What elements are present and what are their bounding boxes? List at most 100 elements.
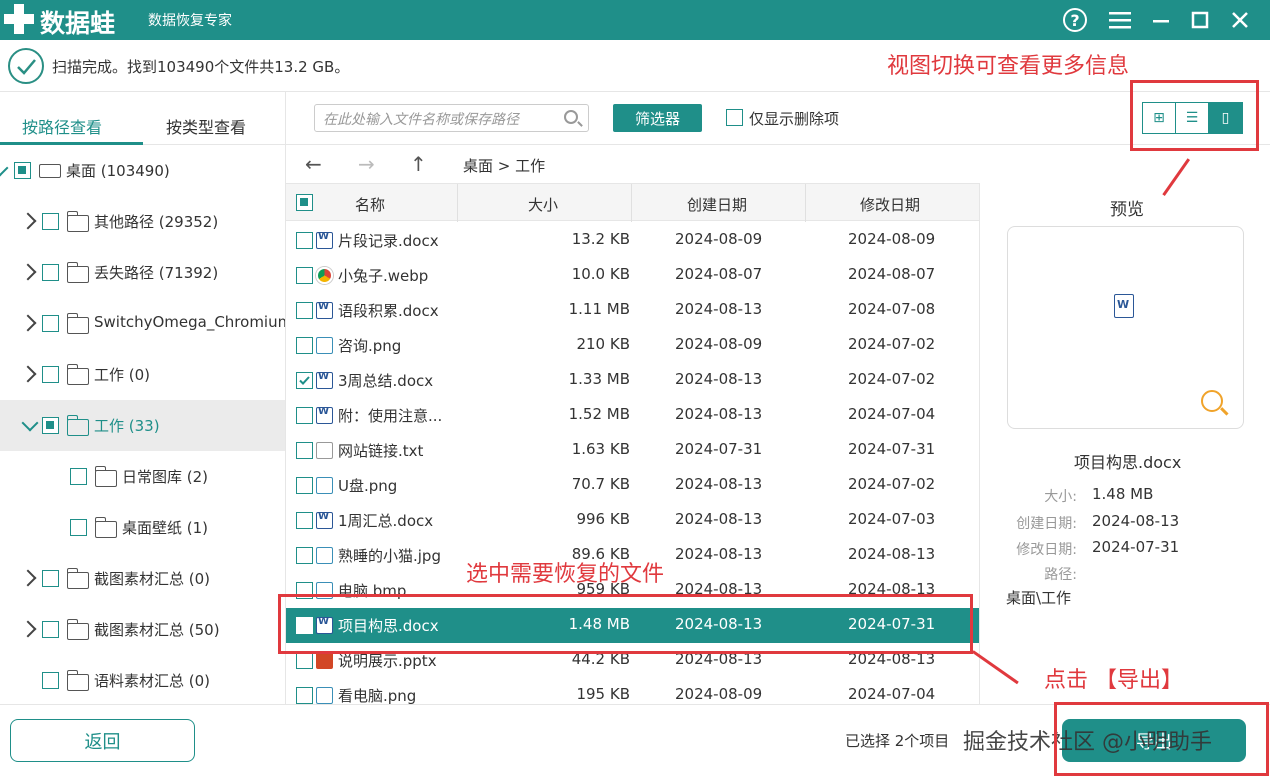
select-all-checkbox[interactable] xyxy=(296,194,313,211)
drive-icon xyxy=(39,164,61,178)
only-deleted-checkbox[interactable] xyxy=(726,109,743,126)
file-name: 熟睡的小猫.jpg xyxy=(338,547,441,565)
modified-value: 2024-07-31 xyxy=(1092,538,1180,556)
row-checkbox[interactable] xyxy=(296,652,313,669)
chevron-right-icon[interactable] xyxy=(19,569,37,587)
file-modified-date: 2024-07-03 xyxy=(848,510,936,528)
tree-item-label: 桌面壁纸 (1) xyxy=(122,519,209,537)
toolbar-divider xyxy=(286,144,1270,145)
file-name: 附：使用注意... xyxy=(338,407,443,425)
tree-item-checkbox[interactable] xyxy=(14,162,31,179)
table-row[interactable]: 小兔子.webp 10.0 KB 2024-08-07 2024-08-07 xyxy=(286,258,979,293)
file-created-date: 2024-08-13 xyxy=(675,300,763,318)
tree-item-checkbox[interactable] xyxy=(42,672,59,689)
chevron-down-icon[interactable] xyxy=(0,159,9,177)
tree-item-checkbox[interactable] xyxy=(42,366,59,383)
row-checkbox[interactable] xyxy=(296,687,313,704)
maximize-icon[interactable] xyxy=(1185,5,1215,35)
img-file-icon xyxy=(316,337,333,354)
forward-arrow-icon[interactable]: → xyxy=(358,152,375,176)
row-checkbox[interactable] xyxy=(296,407,313,424)
chevron-right-icon[interactable] xyxy=(19,263,37,281)
close-icon[interactable] xyxy=(1225,5,1255,35)
column-modified[interactable]: 修改日期 xyxy=(860,194,920,215)
tree-item-label: 桌面 (103490) xyxy=(66,162,170,180)
hamburger-icon[interactable] xyxy=(1105,5,1135,35)
tree-item-label: 丢失路径 (71392) xyxy=(94,264,219,282)
file-name: 小兔子.webp xyxy=(338,267,429,285)
row-checkbox[interactable] xyxy=(296,232,313,249)
tree-item[interactable]: 桌面 (103490) xyxy=(0,145,285,196)
tree-item[interactable]: 桌面壁纸 (1) xyxy=(0,502,285,553)
chevron-right-icon[interactable] xyxy=(19,314,37,332)
row-checkbox[interactable] xyxy=(296,442,313,459)
tree-item[interactable]: SwitchyOmega_Chromium xyxy=(0,298,285,349)
app-subtitle: 数据恢复专家 xyxy=(148,13,232,29)
table-row[interactable]: 咨询.png 210 KB 2024-08-09 2024-07-02 xyxy=(286,328,979,363)
tree-item[interactable]: 丢失路径 (71392) xyxy=(0,247,285,298)
search-icon[interactable] xyxy=(564,110,578,124)
back-arrow-icon[interactable]: ← xyxy=(305,152,322,176)
table-row[interactable]: 附：使用注意... 1.52 MB 2024-08-13 2024-07-04 xyxy=(286,398,979,433)
folder-icon xyxy=(66,415,89,436)
folder-icon xyxy=(66,364,89,385)
table-row[interactable]: 3周总结.docx 1.33 MB 2024-08-13 2024-07-02 xyxy=(286,363,979,398)
tree-item[interactable]: 语料素材汇总 (0) xyxy=(0,655,285,704)
back-button[interactable]: 返回 xyxy=(10,719,195,762)
up-arrow-icon[interactable]: ↑ xyxy=(410,152,427,176)
tree-item-checkbox[interactable] xyxy=(42,264,59,281)
tree-item[interactable]: 工作 (0) xyxy=(0,349,285,400)
tree-item-checkbox[interactable] xyxy=(42,570,59,587)
row-checkbox[interactable] xyxy=(296,302,313,319)
row-checkbox[interactable] xyxy=(296,267,313,284)
table-row[interactable]: U盘.png 70.7 KB 2024-08-13 2024-07-02 xyxy=(286,468,979,503)
tree-item[interactable]: 截图素材汇总 (50) xyxy=(0,604,285,655)
tree-item[interactable]: 工作 (33) xyxy=(0,400,285,451)
tree-item-checkbox[interactable] xyxy=(42,315,59,332)
chevron-right-icon[interactable] xyxy=(19,365,37,383)
row-checkbox[interactable] xyxy=(296,372,313,389)
tree-item[interactable]: 截图素材汇总 (0) xyxy=(0,553,285,604)
help-circle-icon[interactable]: ? xyxy=(1060,5,1090,35)
tree-item[interactable]: 日常图库 (2) xyxy=(0,451,285,502)
table-row[interactable]: 网站链接.txt 1.63 KB 2024-07-31 2024-07-31 xyxy=(286,433,979,468)
column-name[interactable]: 名称 xyxy=(355,194,385,215)
filter-button[interactable]: 筛选器 xyxy=(613,104,702,132)
chevron-down-icon[interactable] xyxy=(21,414,39,432)
path-label: 路径: xyxy=(1044,567,1077,583)
file-size: 1.52 MB xyxy=(568,405,630,423)
tree-item[interactable]: 其他路径 (29352) xyxy=(0,196,285,247)
file-created-date: 2024-08-13 xyxy=(675,475,763,493)
row-checkbox[interactable] xyxy=(296,477,313,494)
table-row[interactable]: 语段积累.docx 1.11 MB 2024-08-13 2024-07-08 xyxy=(286,293,979,328)
chevron-right-icon[interactable] xyxy=(19,620,37,638)
tree-item-checkbox[interactable] xyxy=(70,468,87,485)
word-file-icon xyxy=(316,406,333,424)
only-deleted-label: 仅显示删除项 xyxy=(749,110,840,128)
txt-file-icon xyxy=(316,442,333,459)
table-row[interactable]: 片段记录.docx 13.2 KB 2024-08-09 2024-08-09 xyxy=(286,223,979,258)
chevron-right-icon[interactable] xyxy=(19,212,37,230)
tab-by-path[interactable]: 按路径查看 xyxy=(22,114,102,138)
row-checkbox[interactable] xyxy=(296,337,313,354)
row-checkbox[interactable] xyxy=(296,547,313,564)
search-input[interactable]: 在此处输入文件名称或保存路径 xyxy=(314,104,589,132)
column-divider xyxy=(805,184,806,222)
tree-item-checkbox[interactable] xyxy=(42,213,59,230)
column-created[interactable]: 创建日期 xyxy=(687,194,747,215)
help-glyph: ? xyxy=(1063,8,1087,32)
tree-item-checkbox[interactable] xyxy=(42,417,59,434)
tree-item-checkbox[interactable] xyxy=(70,519,87,536)
tree-item-label: 日常图库 (2) xyxy=(122,468,209,486)
table-row[interactable]: 1周汇总.docx 996 KB 2024-08-13 2024-07-03 xyxy=(286,503,979,538)
minimize-icon[interactable] xyxy=(1146,5,1176,35)
file-name: 咨询.png xyxy=(338,337,402,355)
file-size: 1.33 MB xyxy=(568,370,630,388)
tree-item-checkbox[interactable] xyxy=(42,621,59,638)
zoom-icon[interactable] xyxy=(1201,390,1223,412)
tab-by-type[interactable]: 按类型查看 xyxy=(166,114,246,138)
column-size[interactable]: 大小 xyxy=(528,194,558,215)
row-checkbox[interactable] xyxy=(296,512,313,529)
size-label: 大小: xyxy=(1044,489,1077,505)
file-name: 看电脑.png xyxy=(338,687,417,705)
